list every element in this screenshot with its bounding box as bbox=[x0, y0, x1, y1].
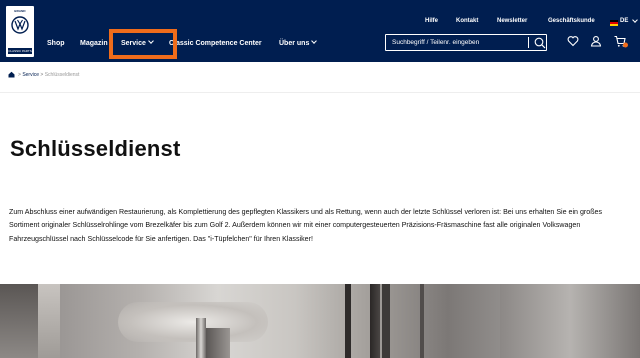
language-selector[interactable]: DE bbox=[620, 18, 628, 24]
nav-shop[interactable]: Shop bbox=[47, 40, 65, 47]
search-icon[interactable] bbox=[534, 37, 546, 49]
breadcrumb-separator: > bbox=[18, 72, 21, 78]
vw-emblem-icon bbox=[11, 16, 29, 34]
cart-badge bbox=[623, 42, 628, 48]
nav-classic-competence-center[interactable]: Classic Competence Center bbox=[169, 40, 262, 47]
chevron-down-icon bbox=[311, 38, 318, 44]
link-geschaeftskunde[interactable]: Geschäftskunde bbox=[548, 18, 595, 24]
logo-top-text: BRAND bbox=[14, 9, 26, 13]
vw-classic-parts-logo[interactable]: BRAND CLASSIC PARTS bbox=[6, 6, 34, 57]
logo-bottom-text: CLASSIC PARTS bbox=[8, 48, 32, 54]
section-divider bbox=[0, 92, 640, 93]
home-icon[interactable] bbox=[8, 71, 15, 78]
breadcrumb-separator: > bbox=[40, 72, 44, 78]
breadcrumb: > Service > Schlüsseldienst bbox=[8, 71, 80, 78]
cart-icon[interactable] bbox=[614, 35, 628, 48]
key-workshop-photo bbox=[0, 284, 640, 358]
heart-icon[interactable] bbox=[567, 35, 579, 47]
breadcrumb-current: Schlüsseldienst bbox=[44, 72, 80, 78]
service-highlight-box bbox=[109, 29, 177, 59]
breadcrumb-service[interactable]: Service bbox=[22, 72, 39, 78]
nav-ueber-uns[interactable]: Über uns bbox=[279, 38, 318, 47]
search-input[interactable]: Suchbegriff / Teilenr. eingeben bbox=[385, 34, 547, 51]
link-kontakt[interactable]: Kontakt bbox=[456, 18, 478, 24]
page-title: Schlüsseldienst bbox=[10, 136, 181, 161]
chevron-down-icon bbox=[632, 17, 638, 23]
user-icon[interactable] bbox=[590, 35, 602, 47]
nav-magazin[interactable]: Magazin bbox=[80, 40, 108, 47]
link-hilfe[interactable]: Hilfe bbox=[425, 18, 438, 24]
intro-paragraph: Zum Abschluss einer aufwändigen Restauri… bbox=[9, 208, 603, 243]
site-header: BRAND CLASSIC PARTS Hilfe Kontakt Newsle… bbox=[0, 0, 640, 62]
search-divider bbox=[528, 37, 529, 48]
search-placeholder: Suchbegriff / Teilenr. eingeben bbox=[392, 39, 480, 46]
german-flag-icon bbox=[610, 20, 618, 26]
link-newsletter[interactable]: Newsletter bbox=[497, 18, 527, 24]
